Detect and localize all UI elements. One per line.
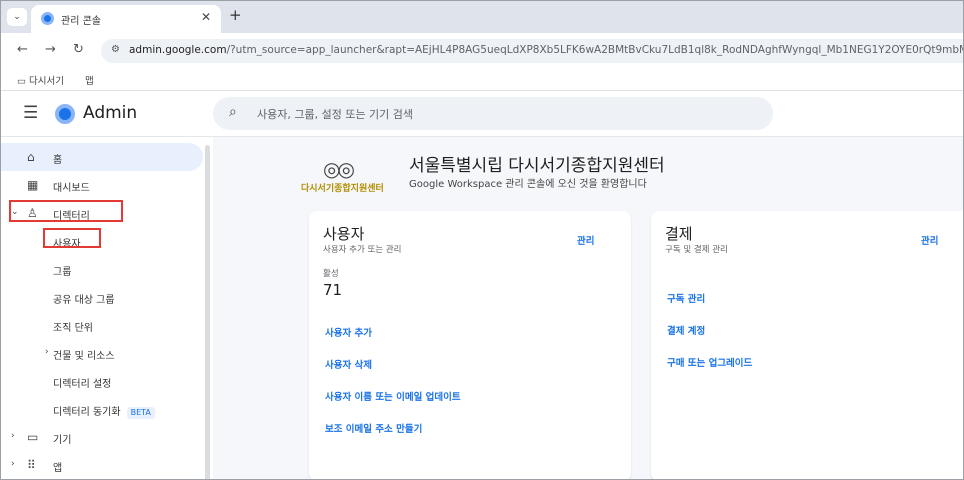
admin-favicon-icon bbox=[41, 12, 54, 25]
tab-search-icon[interactable]: ⌄ bbox=[7, 8, 27, 26]
main-menu-icon[interactable]: ☰ bbox=[23, 103, 38, 123]
browser-window: ⌄ 관리 콘솔 ✕ + ← → ↻ ⚙ admin.google.com/?ut… bbox=[0, 0, 964, 480]
reload-icon[interactable]: ↻ bbox=[73, 42, 84, 57]
sidebar-item-label: 디렉터리 동기화 BETA bbox=[53, 403, 155, 419]
forward-icon[interactable]: → bbox=[45, 42, 56, 57]
bookmark-dasiseogi[interactable]: ▭ 다시서기 bbox=[17, 73, 64, 87]
main-content: ◎◎ 다시서기종합지원센터 서울특별시립 다시서기종합지원센터 Google W… bbox=[213, 137, 963, 479]
users-manage-link[interactable]: 관리 bbox=[577, 233, 594, 247]
bookmark-label: 맵 bbox=[85, 76, 94, 87]
manage-subscriptions-link[interactable]: 구독 관리 bbox=[667, 291, 705, 305]
chevron-right-icon: › bbox=[11, 459, 15, 469]
url-path: /?utm_source=app_launcher&rapt=AEjHL4P8A… bbox=[226, 44, 964, 56]
apps-grid-icon: ⠿ bbox=[27, 458, 36, 472]
dashboard-icon: ▦ bbox=[27, 178, 39, 192]
update-user-link[interactable]: 사용자 이름 또는 이메일 업데이트 bbox=[325, 389, 461, 403]
url-text: admin.google.com/?utm_source=app_launche… bbox=[129, 44, 964, 56]
sidebar-item-buildings[interactable]: › 건물 및 리소스 bbox=[1, 339, 203, 367]
sidebar-item-label: 기기 bbox=[53, 435, 72, 446]
search-input[interactable]: ⌕ 사용자, 그룹, 설정 또는 기기 검색 bbox=[213, 97, 773, 130]
sidebar-item-org-units[interactable]: 조직 단위 bbox=[1, 311, 203, 339]
search-icon: ⌕ bbox=[229, 104, 237, 120]
browser-tab[interactable]: 관리 콘솔 ✕ bbox=[31, 5, 221, 33]
bookmarks-bar: ▭ 다시서기 맵 bbox=[1, 69, 963, 91]
billing-card: 결제 구독 및 결제 관리 관리 구독 관리 결제 계정 구매 또는 업그레이드 bbox=[651, 211, 963, 479]
sidebar-item-label: 앱 bbox=[53, 463, 63, 474]
sidebar-item-label: 대시보드 bbox=[53, 183, 90, 194]
admin-logo-icon bbox=[55, 104, 77, 124]
users-card: 사용자 사용자 추가 또는 관리 관리 활성 71 사용자 추가 사용자 삭제 … bbox=[309, 211, 631, 479]
tab-close-icon[interactable]: ✕ bbox=[201, 10, 211, 24]
card-subtitle: 구독 및 결제 관리 bbox=[665, 245, 728, 255]
app-title[interactable]: Admin bbox=[83, 103, 137, 123]
new-tab-icon[interactable]: + bbox=[229, 6, 242, 24]
site-info-icon[interactable]: ⚙ bbox=[111, 44, 120, 55]
search-placeholder: 사용자, 그룹, 설정 또는 기기 검색 bbox=[257, 108, 414, 121]
sidebar-item-users[interactable]: 사용자 bbox=[1, 227, 203, 255]
org-name: 서울특별시립 다시서기종합지원센터 bbox=[409, 156, 665, 176]
sidebar-scrollbar[interactable] bbox=[205, 145, 210, 479]
sidebar-item-directory-settings[interactable]: 디렉터리 설정 bbox=[1, 367, 203, 395]
welcome-text: Google Workspace 관리 콘솔에 오신 것을 환영합니다 bbox=[409, 179, 647, 190]
devices-icon: ▭ bbox=[27, 430, 39, 444]
sidebar-item-devices[interactable]: › ▭ 기기 bbox=[1, 423, 203, 451]
beta-badge: BETA bbox=[126, 407, 155, 419]
sync-label: 디렉터리 동기화 bbox=[53, 407, 121, 418]
card-title: 결제 bbox=[665, 225, 693, 243]
home-icon: ⌂ bbox=[27, 150, 35, 164]
sidebar-nav: ⌂ 홈 ▦ 대시보드 ⌄ ♙ 디렉터리 사용자 그룹 공유 대상 그룹 조직 단… bbox=[1, 137, 213, 479]
sidebar-item-target-groups[interactable]: 공유 대상 그룹 bbox=[1, 283, 203, 311]
highlight-box-directory bbox=[9, 200, 123, 222]
url-host: admin.google.com bbox=[129, 44, 227, 56]
sidebar-item-label: 그룹 bbox=[53, 267, 72, 278]
back-icon[interactable]: ← bbox=[17, 42, 28, 57]
chevron-right-icon: › bbox=[45, 347, 49, 357]
card-title: 사용자 bbox=[323, 225, 365, 243]
active-users-label: 활성 bbox=[323, 269, 339, 279]
buy-upgrade-link[interactable]: 구매 또는 업그레이드 bbox=[667, 355, 752, 369]
delete-user-link[interactable]: 사용자 삭제 bbox=[325, 357, 372, 371]
browser-toolbar: ← → ↻ ⚙ admin.google.com/?utm_source=app… bbox=[1, 33, 964, 69]
sidebar-item-groups[interactable]: 그룹 bbox=[1, 255, 203, 283]
bookmark-label: 다시서기 bbox=[29, 76, 64, 87]
sidebar-item-label: 홈 bbox=[53, 155, 63, 166]
card-subtitle: 사용자 추가 또는 관리 bbox=[323, 245, 402, 255]
sidebar-item-label: 건물 및 리소스 bbox=[53, 351, 115, 362]
org-logo: ◎◎ 다시서기종합지원센터 bbox=[301, 157, 384, 194]
sidebar-item-directory-sync[interactable]: 디렉터리 동기화 BETA bbox=[1, 395, 203, 423]
billing-manage-link[interactable]: 관리 bbox=[921, 233, 938, 247]
org-logo-icon: ◎◎ bbox=[323, 157, 355, 181]
address-bar[interactable]: ⚙ admin.google.com/?utm_source=app_launc… bbox=[101, 39, 964, 63]
tab-strip: ⌄ 관리 콘솔 ✕ + bbox=[1, 1, 963, 33]
sidebar-item-label: 공유 대상 그룹 bbox=[53, 295, 115, 306]
org-logo-text: 다시서기종합지원센터 bbox=[301, 184, 384, 194]
sidebar-item-label: 디렉터리 설정 bbox=[53, 379, 112, 390]
sidebar-item-label: 조직 단위 bbox=[53, 323, 93, 334]
tab-title: 관리 콘솔 bbox=[61, 16, 101, 27]
chevron-right-icon: › bbox=[11, 431, 15, 441]
sidebar-item-apps[interactable]: › ⠿ 앱 bbox=[1, 451, 203, 479]
app-header: ☰ Admin ⌕ 사용자, 그룹, 설정 또는 기기 검색 bbox=[1, 91, 963, 137]
sidebar-item-dashboard[interactable]: ▦ 대시보드 bbox=[1, 171, 203, 199]
sidebar-item-home[interactable]: ⌂ 홈 bbox=[1, 143, 203, 171]
alt-email-link[interactable]: 보조 이메일 주소 만들기 bbox=[325, 421, 422, 435]
add-user-link[interactable]: 사용자 추가 bbox=[325, 325, 372, 339]
active-users-count: 71 bbox=[323, 281, 343, 299]
billing-accounts-link[interactable]: 결제 계정 bbox=[667, 323, 705, 337]
bookmark-map[interactable]: 맵 bbox=[85, 73, 94, 87]
highlight-box-users bbox=[43, 228, 101, 248]
